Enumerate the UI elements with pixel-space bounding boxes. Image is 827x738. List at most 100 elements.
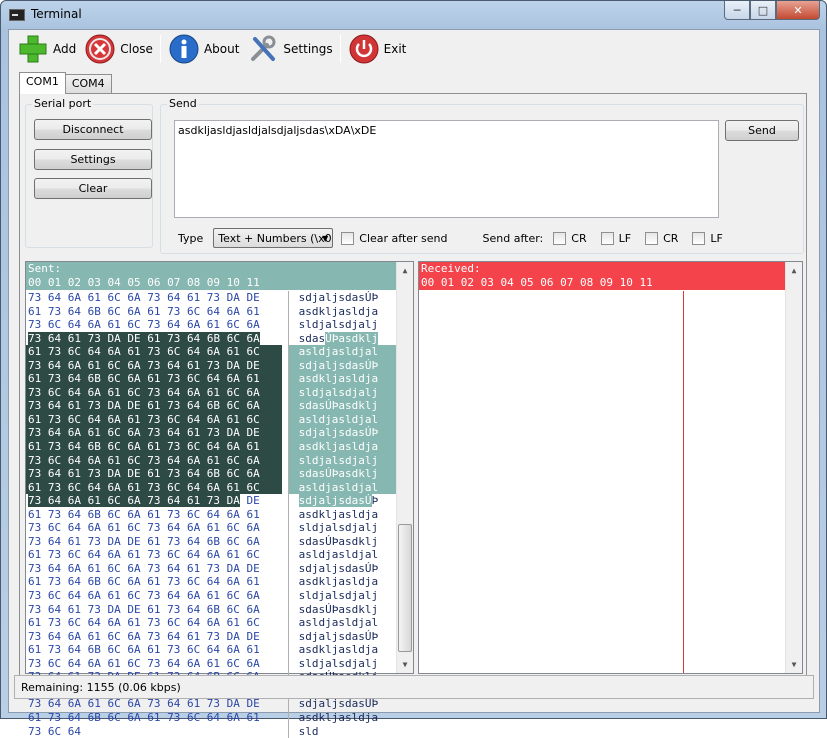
- tab-com1[interactable]: COM1: [19, 72, 66, 94]
- sent-row: 73 64 61 73 DA DE 61 73 64 6B 6C 6AsdasÚ…: [26, 603, 396, 617]
- sent-header: Sent: 00 01 02 03 04 05 06 07 08 09 10 1…: [26, 262, 396, 290]
- sent-row: 73 6C 64 6A 61 6C 73 64 6A 61 6C 6A sldja…: [26, 589, 396, 603]
- sent-row: 73 64 61 73 DA DE 61 73 64 6B 6C 6AsdasÚ…: [26, 535, 396, 549]
- hex-segment-selected: DA DE 61 73 64 6B 6C 6A: [107, 332, 259, 345]
- sent-row-ascii: sdasÚÞasdklj: [288, 332, 396, 346]
- sent-row: 73 6C 64 6A 61 6C 73 64 6A 61 6C 6Asldja…: [26, 318, 396, 332]
- sent-row-hex: 61 73 64 6B 6C 6A 61 73 6C 64 6A 61: [26, 508, 282, 522]
- sent-row: 61 73 64 6B 6C 6A 61 73 6C 64 6A 61asdkl…: [26, 711, 396, 725]
- sent-scrollbar[interactable]: ▲ ▼: [396, 262, 413, 673]
- sent-row: 73 6C 64 6A 61 6C 73 64 6A 61 6C 6Asldja…: [26, 657, 396, 671]
- about-button[interactable]: About: [164, 32, 243, 66]
- send-after-lf1-checkbox[interactable]: [601, 232, 614, 245]
- maximize-button[interactable]: □: [750, 1, 776, 20]
- close-label: Close: [120, 42, 153, 56]
- sent-row-hex: 73 64 61 73 DA DE 61 73 64 6B 6C 6A: [26, 535, 282, 549]
- sent-row-ascii: asldjasldjal: [288, 413, 396, 427]
- lf1-label: LF: [619, 232, 631, 245]
- ascii-segment: Þ: [372, 494, 379, 507]
- sent-row-ascii: sldjalsdjalj: [288, 454, 396, 468]
- serial-port-group: Serial port Disconnect Settings Clear: [25, 104, 153, 248]
- title-bar[interactable]: Terminal ─ □ ✕: [1, 1, 826, 29]
- sent-row: 73 64 61 73 DA DE 61 73 64 6B 6C 6AsdasÚ…: [26, 332, 396, 346]
- cr2-label: CR: [663, 232, 678, 245]
- sent-row: 61 73 6C 64 6A 61 73 6C 64 6A 61 6C asldj…: [26, 616, 396, 630]
- sent-pane[interactable]: Sent: 00 01 02 03 04 05 06 07 08 09 10 1…: [25, 261, 414, 674]
- received-columns: 00 01 02 03 04 05 06 07 08 09 10 11: [421, 276, 653, 289]
- sent-row-hex: 73 6C 64 6A 61 6C 73 64 6A 61 6C 6A: [26, 318, 282, 332]
- sent-row: 73 64 6A 61 6C 6A 73 64 61 73 DA DEsdjal…: [26, 494, 396, 508]
- sent-row-ascii: sdjaljsdasÚÞ: [288, 426, 396, 440]
- send-after-cr1-checkbox[interactable]: [553, 232, 566, 245]
- sent-row-hex: 73 64 61 73 DA DE 61 73 64 6B 6C 6A: [26, 399, 282, 413]
- client-area: Add Close About: [8, 29, 820, 713]
- close-button[interactable]: Close: [80, 32, 157, 66]
- sent-row-ascii: sdjaljsdasÚÞ: [288, 291, 396, 305]
- scroll-down-icon[interactable]: ▼: [397, 656, 413, 673]
- scroll-up-icon[interactable]: ▲: [397, 262, 413, 279]
- chevron-down-icon: ▼: [322, 234, 328, 243]
- sent-row-hex: 73 6C 64 6A 61 6C 73 64 6A 61 6C 6A: [26, 589, 282, 603]
- sent-row: 61 73 64 6B 6C 6A 61 73 6C 64 6A 61asdkl…: [26, 643, 396, 657]
- exit-button[interactable]: Exit: [344, 32, 411, 66]
- port-settings-button[interactable]: Settings: [34, 149, 152, 170]
- sent-row-hex: 73 64 6A 61 6C 6A 73 64 61 73 DA DE: [26, 426, 282, 440]
- scroll-up-icon[interactable]: ▲: [786, 262, 802, 279]
- power-icon: [348, 33, 380, 65]
- port-tabs: COM1 COM4: [19, 72, 111, 94]
- sent-row-ascii: sldjalsdjalj: [288, 521, 396, 535]
- sent-row-ascii: sld: [288, 725, 396, 738]
- minimize-button[interactable]: ─: [724, 1, 750, 20]
- type-select-value: Text + Numbers (\x0: [218, 232, 331, 245]
- add-label: Add: [53, 42, 76, 56]
- sent-row-hex: 61 73 64 6B 6C 6A 61 73 6C 64 6A 61: [26, 440, 282, 454]
- sent-row-hex: 61 73 64 6B 6C 6A 61 73 6C 64 6A 61: [26, 305, 282, 319]
- sent-row-ascii: sldjalsdjalj: [288, 589, 396, 603]
- sent-row: 73 64 6A 61 6C 6A 73 64 61 73 DA DEsdjal…: [26, 697, 396, 711]
- settings-label: Settings: [283, 42, 332, 56]
- sent-row-ascii: sdjaljsdasÚÞ: [288, 630, 396, 644]
- serial-port-title: Serial port: [32, 97, 93, 110]
- status-bar: Remaining: 1155 (0.06 kbps): [14, 675, 814, 699]
- close-window-button[interactable]: ✕: [776, 1, 820, 20]
- sent-row-ascii: asdkljasldja: [288, 440, 396, 454]
- received-pane[interactable]: Received: 00 01 02 03 04 05 06 07 08 09 …: [418, 261, 803, 674]
- sent-title: Sent:: [28, 262, 61, 275]
- send-button[interactable]: Send: [725, 120, 799, 141]
- sent-row-ascii: asldjasldjal: [288, 548, 396, 562]
- send-after-label: Send after:: [483, 232, 544, 245]
- info-icon: [168, 33, 200, 65]
- sent-columns: 00 01 02 03 04 05 06 07 08 09 10 11: [28, 276, 260, 289]
- add-icon: [17, 33, 49, 65]
- tools-icon: [247, 33, 279, 65]
- toolbar: Add Close About: [9, 30, 819, 68]
- close-icon: [84, 33, 116, 65]
- sent-row: 73 6C 64 6A 61 6C 73 64 6A 61 6C 6Asldja…: [26, 521, 396, 535]
- sent-scroll-thumb[interactable]: [398, 524, 412, 652]
- sent-row-ascii: asdkljasldja: [288, 575, 396, 589]
- clear-after-send-checkbox[interactable]: [341, 232, 354, 245]
- scroll-down-icon[interactable]: ▼: [786, 656, 802, 673]
- send-after-cr2-checkbox[interactable]: [645, 232, 658, 245]
- sent-row: 61 73 6C 64 6A 61 73 6C 64 6A 61 6Casldj…: [26, 548, 396, 562]
- settings-button[interactable]: Settings: [243, 32, 336, 66]
- type-select[interactable]: Text + Numbers (\x0 ▼: [213, 228, 333, 248]
- sent-row-ascii: sdjaljsdasÚÞ: [288, 697, 396, 711]
- type-label: Type: [178, 232, 203, 245]
- sent-row: 61 73 6C 64 6A 61 73 6C 64 6A 61 6Casldj…: [26, 413, 396, 427]
- sent-row-ascii: sdjaljsdasÚÞ: [288, 359, 396, 373]
- sent-row-hex: 61 73 64 6B 6C 6A 61 73 6C 64 6A 61: [26, 643, 282, 657]
- received-scrollbar[interactable]: ▲ ▼: [785, 262, 802, 673]
- ascii-segment: sdas: [299, 332, 326, 345]
- tab-com4[interactable]: COM4: [65, 74, 112, 94]
- send-input[interactable]: asdkljasldjasldjalsdjaljsdas\xDA\xDE: [174, 120, 719, 218]
- send-after-lf2-checkbox[interactable]: [692, 232, 705, 245]
- sent-row-ascii: sldjalsdjalj: [288, 386, 396, 400]
- clear-button[interactable]: Clear: [34, 178, 152, 199]
- add-button[interactable]: Add: [13, 32, 80, 66]
- disconnect-button[interactable]: Disconnect: [34, 119, 152, 140]
- exit-label: Exit: [384, 42, 407, 56]
- sent-row-hex: 61 73 6C 64 6A 61 73 6C 64 6A 61 6C: [26, 616, 282, 630]
- sent-row-ascii: asldjasldjal: [288, 616, 396, 630]
- lf2-label: LF: [710, 232, 722, 245]
